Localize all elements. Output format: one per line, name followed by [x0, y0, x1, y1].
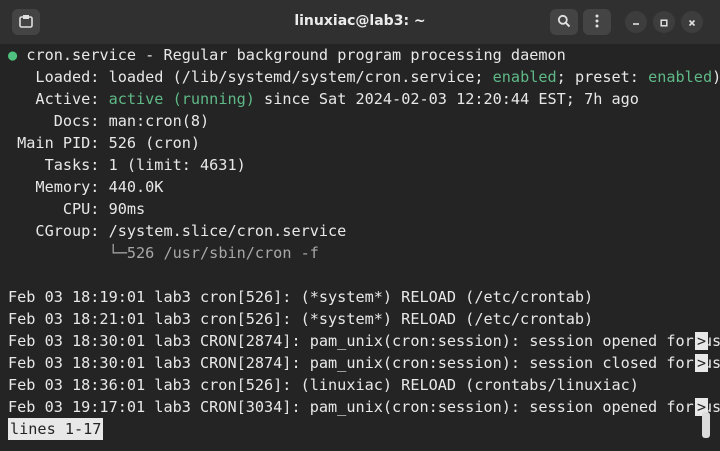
- loaded-line: Loaded: loaded (/lib/systemd/system/cron…: [8, 66, 720, 88]
- preset-label: ; preset:: [556, 68, 649, 86]
- loaded-value: loaded (/lib/systemd/system/cron.service…: [108, 68, 493, 86]
- cgroup-indent: [8, 244, 109, 262]
- log-line: Feb 03 18:21:01 lab3 cron[526]: (*system…: [8, 310, 594, 328]
- cgroup-process: └─526 /usr/sbin/cron -f: [108, 244, 319, 262]
- docs-line: Docs: man:cron(8): [8, 112, 210, 130]
- terminal-output[interactable]: ● cron.service - Regular background prog…: [8, 44, 720, 451]
- preset-state: enabled: [648, 68, 713, 86]
- minimize-button[interactable]: [625, 11, 647, 33]
- scrollbar-thumb[interactable]: [702, 412, 710, 438]
- loaded-label: Loaded:: [8, 68, 109, 86]
- search-icon: [557, 13, 571, 32]
- close-button[interactable]: [681, 11, 703, 33]
- service-title: cron.service - Regular background progra…: [26, 46, 566, 64]
- maximize-button[interactable]: [653, 11, 675, 33]
- log-line: Feb 03 18:19:01 lab3 cron[526]: (*system…: [8, 288, 594, 306]
- log-line: Feb 03 18:30:01 lab3 CRON[2874]: pam_uni…: [8, 330, 720, 352]
- log-line: Feb 03 18:36:01 lab3 cron[526]: (linuxia…: [8, 376, 639, 394]
- titlebar: linuxiac@lab3: ~: [0, 0, 720, 44]
- service-header: ● cron.service - Regular background prog…: [8, 44, 698, 66]
- active-state: active (running): [108, 90, 255, 108]
- pager-status: lines 1-17: [8, 418, 104, 440]
- loaded-close: ): [712, 68, 720, 86]
- kebab-menu-icon: [594, 13, 600, 32]
- cgroup-line: CGroup: /system.slice/cron.service: [8, 222, 347, 240]
- log-line: Feb 03 19:17:01 lab3 CRON[3034]: pam_uni…: [8, 396, 720, 418]
- overflow-marker: >: [694, 332, 708, 350]
- cpu-line: CPU: 90ms: [8, 200, 146, 218]
- menu-button[interactable]: [583, 9, 611, 35]
- cgroup-child-line: └─526 /usr/sbin/cron -f: [8, 242, 698, 264]
- overflow-marker: >: [694, 354, 708, 372]
- log-text: Feb 03 18:30:01 lab3 CRON[2874]: pam_uni…: [8, 354, 720, 372]
- pager-status-line: lines 1-17: [8, 418, 698, 440]
- log-text: Feb 03 19:17:01 lab3 CRON[3034]: pam_uni…: [8, 398, 720, 416]
- window-title: linuxiac@lab3: ~: [294, 13, 426, 29]
- close-icon: [687, 13, 697, 32]
- maximize-icon: [659, 13, 669, 32]
- status-bullet: ●: [8, 46, 18, 64]
- tasks-line: Tasks: 1 (limit: 4631): [8, 156, 246, 174]
- log-text: Feb 03 18:30:01 lab3 CRON[2874]: pam_uni…: [8, 332, 720, 350]
- terminal-window: linuxiac@lab3: ~ ● cron.service - Regula…: [0, 0, 720, 451]
- active-since: since Sat 2024-02-03 12:20:44 EST; 7h ag…: [254, 90, 639, 108]
- active-line: Active: active (running) since Sat 2024-…: [8, 88, 698, 110]
- main-pid-line: Main PID: 526 (cron): [8, 134, 201, 152]
- memory-line: Memory: 440.0K: [8, 178, 164, 196]
- minimize-icon: [631, 13, 641, 32]
- search-button[interactable]: [550, 9, 578, 35]
- log-line: Feb 03 18:30:01 lab3 CRON[2874]: pam_uni…: [8, 352, 720, 374]
- enabled-state: enabled: [492, 68, 557, 86]
- active-label: Active:: [8, 90, 109, 108]
